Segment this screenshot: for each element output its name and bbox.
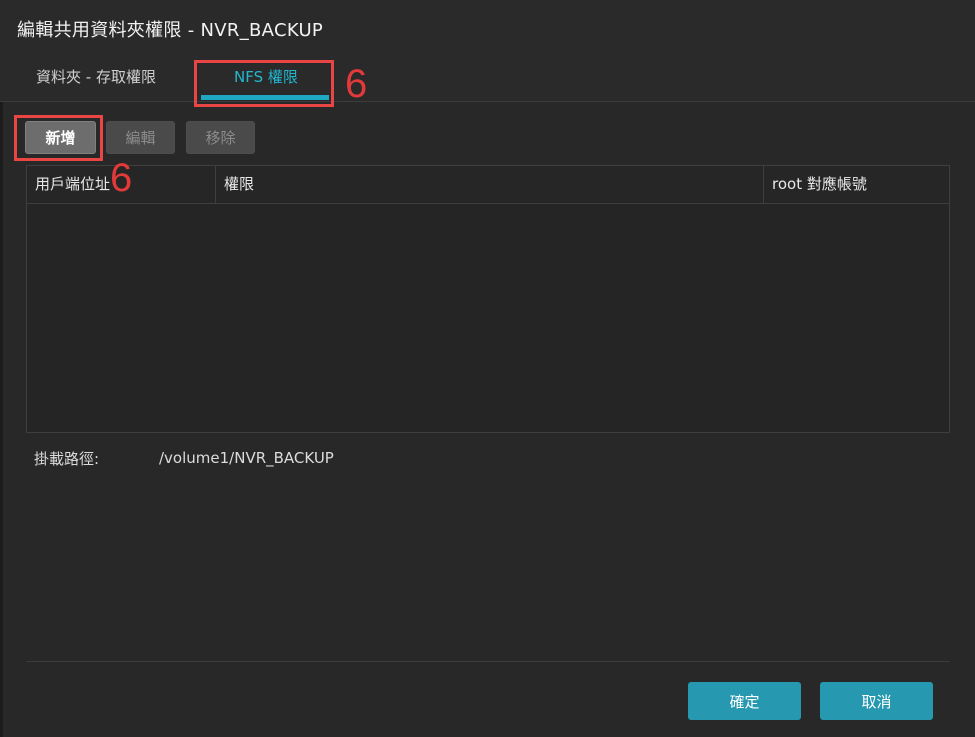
dialog-title: 編輯共用資料夾權限 - NVR_BACKUP: [17, 20, 324, 41]
tab-folder-access[interactable]: 資料夾 - 存取權限: [36, 66, 156, 87]
dialog-titlebar: 編輯共用資料夾權限 - NVR_BACKUP: [0, 0, 975, 54]
cancel-button[interactable]: 取消: [820, 682, 933, 720]
window-edge: [0, 0, 3, 737]
ok-button[interactable]: 確定: [688, 682, 801, 720]
active-tab-indicator: [201, 95, 329, 100]
mount-path-value: /volume1/NVR_BACKUP: [159, 449, 334, 467]
nfs-rules-table: 用戶端位址 權限 root 對應帳號: [26, 165, 950, 433]
mount-path-label: 掛載路徑:: [34, 450, 100, 468]
column-header-permission[interactable]: 權限: [216, 166, 764, 203]
table-header: 用戶端位址 權限 root 對應帳號: [27, 166, 949, 204]
annotation-step-number-button: 6: [110, 156, 133, 200]
column-header-root-squash[interactable]: root 對應帳號: [764, 166, 949, 203]
footer-divider: [26, 661, 950, 662]
nfs-permission-dialog: 編輯共用資料夾權限 - NVR_BACKUP 資料夾 - 存取權限 NFS 權限…: [0, 0, 975, 737]
tab-bar: 資料夾 - 存取權限 NFS 權限: [0, 54, 975, 102]
add-button[interactable]: 新增: [25, 121, 96, 154]
remove-button[interactable]: 移除: [186, 121, 255, 154]
edit-button[interactable]: 編輯: [106, 121, 175, 154]
annotation-step-number-tab: 6: [345, 62, 368, 106]
tab-nfs-permissions[interactable]: NFS 權限: [234, 66, 298, 87]
